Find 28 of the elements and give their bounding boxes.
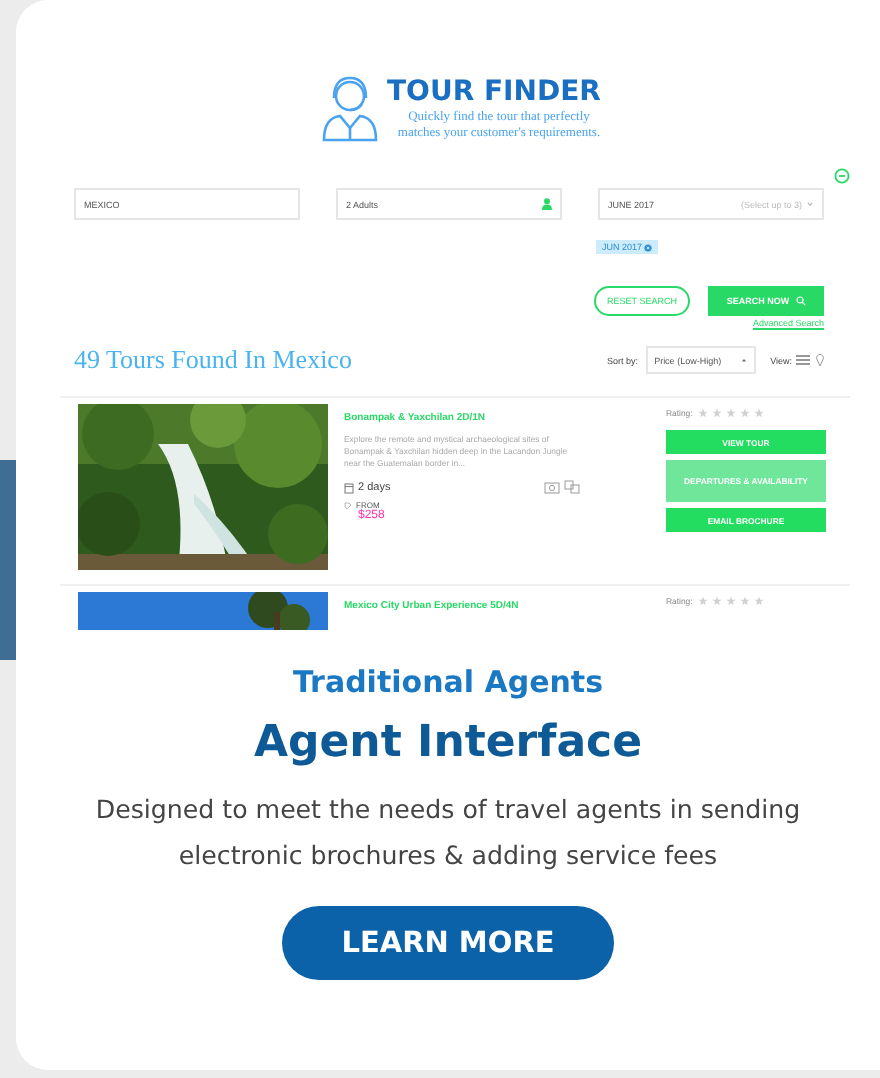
results-heading: 49 Tours Found In Mexico: [74, 344, 354, 376]
camera-icon: [544, 480, 560, 494]
section-description: Designed to meet the needs of travel agents in sending electronic brochures & adding service fees: [93, 792, 803, 874]
map-pin-icon[interactable]: [816, 354, 824, 366]
star-icon: [712, 408, 723, 418]
tag-icon: [344, 501, 352, 509]
remove-icon[interactable]: [644, 243, 653, 251]
logo-title: TOUR FINDER: [387, 74, 603, 110]
person-icon: [542, 198, 552, 210]
star-icon: [698, 596, 709, 606]
list-view-icon[interactable]: [796, 353, 810, 367]
star-icon: [740, 596, 751, 606]
star-icon: [754, 596, 765, 606]
agent-headset-icon: [319, 74, 379, 142]
star-icon: [726, 408, 737, 418]
caret-icon: [806, 200, 814, 208]
calendar-icon: [344, 481, 354, 493]
star-icon: [698, 408, 709, 418]
star-icon: [740, 408, 751, 418]
section-title: Agent Interface: [253, 718, 643, 768]
collapse-icon: [834, 168, 850, 184]
search-icon: [795, 296, 806, 306]
section-eyebrow: Traditional Agents: [292, 664, 604, 700]
star-icon: [754, 408, 765, 418]
star-icon: [726, 596, 737, 606]
compare-icon: [564, 480, 580, 494]
star-icon: [712, 596, 723, 606]
learn-more-button[interactable]: LEARN MORE: [282, 906, 614, 980]
